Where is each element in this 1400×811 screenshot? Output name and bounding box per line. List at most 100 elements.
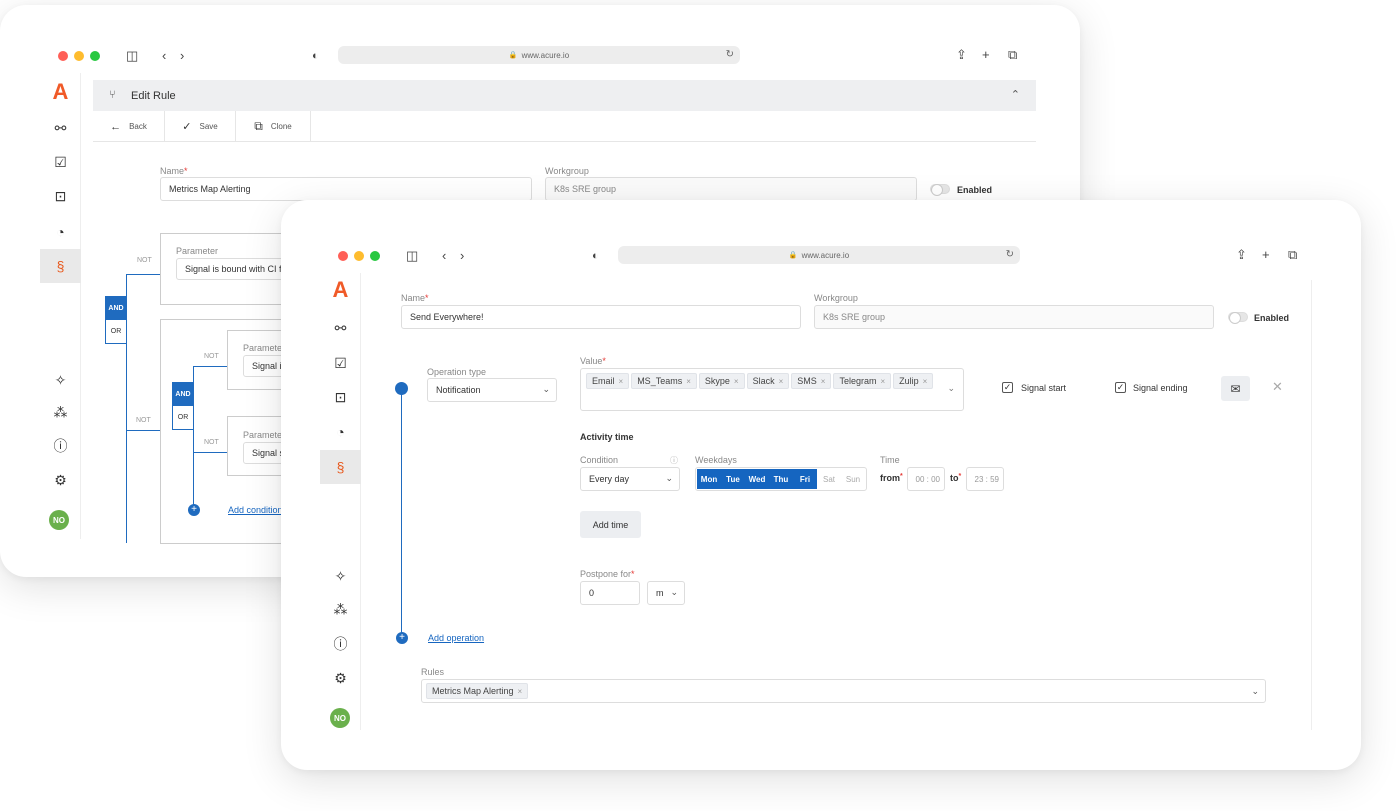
forward-arrow-icon[interactable]: ›	[180, 49, 184, 63]
or-option[interactable]: OR	[173, 406, 193, 429]
value-chip[interactable]: Slack ×	[746, 373, 790, 389]
nodes-icon[interactable]: ⚯	[320, 311, 361, 345]
avatar[interactable]: NO	[330, 708, 350, 728]
gear-icon[interactable]: ⚙	[40, 463, 81, 497]
back-arrow-icon[interactable]: ‹	[162, 49, 166, 63]
share-icon[interactable]: ⇪	[1236, 248, 1247, 262]
forward-arrow-icon[interactable]: ›	[460, 249, 464, 263]
nodes-icon[interactable]: ⚯	[40, 111, 81, 145]
to-time-input[interactable]: 23 : 59	[966, 467, 1004, 491]
name-input[interactable]: Metrics Map Alerting	[160, 177, 532, 201]
zoom-window-dot[interactable]	[90, 51, 100, 61]
add-condition-link[interactable]: Add condition	[228, 505, 283, 515]
info-icon[interactable]: ⓘ	[670, 455, 678, 466]
remove-chip-icon[interactable]: ×	[779, 377, 784, 386]
weekday-toggle-wed[interactable]: Wed	[745, 469, 769, 489]
add-operation-plus-icon[interactable]: +	[396, 632, 408, 644]
postpone-unit-select[interactable]: m ⌄	[647, 581, 685, 605]
new-tab-icon[interactable]: +	[982, 48, 990, 62]
add-time-button[interactable]: Add time	[580, 511, 641, 538]
weekday-toggle-mon[interactable]: Mon	[697, 469, 721, 489]
pie-chart-icon[interactable]: ◔	[320, 415, 361, 449]
reload-icon[interactable]: ↻	[726, 49, 734, 60]
clone-button[interactable]: ⧉ Clone	[236, 111, 311, 142]
privacy-shield-icon[interactable]: ◐	[312, 49, 319, 63]
signal-start-checkbox[interactable]: ✓	[1002, 382, 1013, 393]
enabled-toggle[interactable]	[1228, 312, 1248, 324]
rules-icon[interactable]: §	[40, 249, 81, 283]
avatar[interactable]: NO	[49, 510, 69, 530]
rules-multiselect[interactable]: Metrics Map Alerting × ⌄	[421, 679, 1266, 703]
sidebar-toggle-icon[interactable]: ◫	[406, 249, 418, 263]
close-window-dot[interactable]	[58, 51, 68, 61]
hierarchy-icon[interactable]: ⁂	[40, 395, 81, 429]
signal-ending-checkbox[interactable]: ✓	[1115, 382, 1126, 393]
parameter-select[interactable]: Signal is bound with CI f	[176, 258, 296, 280]
remove-chip-icon[interactable]: ×	[880, 377, 885, 386]
value-chip[interactable]: Skype ×	[698, 373, 745, 389]
name-input[interactable]: Send Everywhere!	[401, 305, 801, 329]
tabs-overview-icon[interactable]: ⧉	[1008, 48, 1017, 62]
magic-wand-icon[interactable]: ✧	[40, 363, 81, 397]
workgroup-select[interactable]: K8s SRE group	[814, 305, 1214, 329]
operation-type-select[interactable]: Notification ⌄	[427, 378, 557, 402]
zoom-window-dot[interactable]	[370, 251, 380, 261]
tabs-overview-icon[interactable]: ⧉	[1288, 248, 1297, 262]
weekday-toggle-fri[interactable]: Fri	[793, 469, 817, 489]
remove-chip-icon[interactable]: ×	[686, 377, 691, 386]
from-time-input[interactable]: 00 : 00	[907, 467, 945, 491]
weekday-toggle-sat[interactable]: Sat	[817, 469, 841, 489]
condition-select[interactable]: Every day ⌄	[580, 467, 680, 491]
and-or-switch[interactable]: AND OR	[172, 382, 194, 430]
share-icon[interactable]: ⇪	[956, 48, 967, 62]
and-option[interactable]: AND	[173, 383, 193, 406]
close-icon[interactable]: ✕	[1272, 379, 1283, 395]
weekday-toggle-tue[interactable]: Tue	[721, 469, 745, 489]
and-or-switch[interactable]: AND OR	[105, 296, 127, 344]
dashboard-icon[interactable]: ⊡	[320, 380, 361, 414]
url-bar[interactable]: 🔒 www.acure.io ↻	[338, 46, 740, 64]
and-option[interactable]: AND	[106, 297, 126, 320]
value-multiselect[interactable]: Email × MS_Teams × Skype × Slack × SMS × Telegram ×…	[580, 368, 964, 411]
save-button[interactable]: ✓ Save	[165, 111, 236, 142]
remove-chip-icon[interactable]: ×	[619, 377, 624, 386]
add-condition-plus-icon[interactable]: +	[188, 504, 200, 516]
weekday-toggle-thu[interactable]: Thu	[769, 469, 793, 489]
rules-icon[interactable]: §	[320, 450, 361, 484]
gear-icon[interactable]: ⚙	[320, 661, 361, 695]
collapse-chevron-icon[interactable]: ⌃	[1011, 88, 1020, 101]
sidebar-toggle-icon[interactable]: ◫	[126, 49, 138, 63]
minimize-window-dot[interactable]	[74, 51, 84, 61]
pie-chart-icon[interactable]: ◔	[40, 215, 81, 249]
checklist-icon[interactable]: ☑	[320, 346, 361, 380]
back-button[interactable]: ← Back	[93, 111, 165, 142]
add-operation-link[interactable]: Add operation	[428, 633, 484, 643]
dashboard-icon[interactable]: ⊡	[40, 179, 81, 213]
help-icon[interactable]: ⓘ	[320, 627, 361, 661]
url-bar[interactable]: 🔒 www.acure.io ↻	[618, 246, 1020, 264]
postpone-input[interactable]: 0	[580, 581, 640, 605]
back-arrow-icon[interactable]: ‹	[442, 249, 446, 263]
hierarchy-icon[interactable]: ⁂	[320, 592, 361, 626]
value-chip[interactable]: SMS ×	[791, 373, 832, 389]
checklist-icon[interactable]: ☑	[40, 145, 81, 179]
enabled-toggle[interactable]	[930, 184, 950, 196]
or-option[interactable]: OR	[106, 320, 126, 343]
value-chip[interactable]: Telegram ×	[833, 373, 892, 389]
new-tab-icon[interactable]: +	[1262, 248, 1270, 262]
privacy-shield-icon[interactable]: ◐	[592, 249, 599, 263]
close-window-dot[interactable]	[338, 251, 348, 261]
workgroup-select[interactable]: K8s SRE group	[545, 177, 917, 201]
value-chip[interactable]: MS_Teams ×	[631, 373, 697, 389]
reload-icon[interactable]: ↻	[1006, 249, 1014, 260]
help-icon[interactable]: ⓘ	[40, 429, 81, 463]
envelope-button[interactable]: ✉	[1221, 376, 1250, 401]
value-chip[interactable]: Zulip ×	[893, 373, 934, 389]
remove-chip-icon[interactable]: ×	[923, 377, 928, 386]
minimize-window-dot[interactable]	[354, 251, 364, 261]
rule-chip[interactable]: Metrics Map Alerting ×	[426, 683, 529, 699]
remove-chip-icon[interactable]: ×	[518, 687, 523, 696]
remove-chip-icon[interactable]: ×	[821, 377, 826, 386]
remove-chip-icon[interactable]: ×	[734, 377, 739, 386]
value-chip[interactable]: Email ×	[586, 373, 630, 389]
